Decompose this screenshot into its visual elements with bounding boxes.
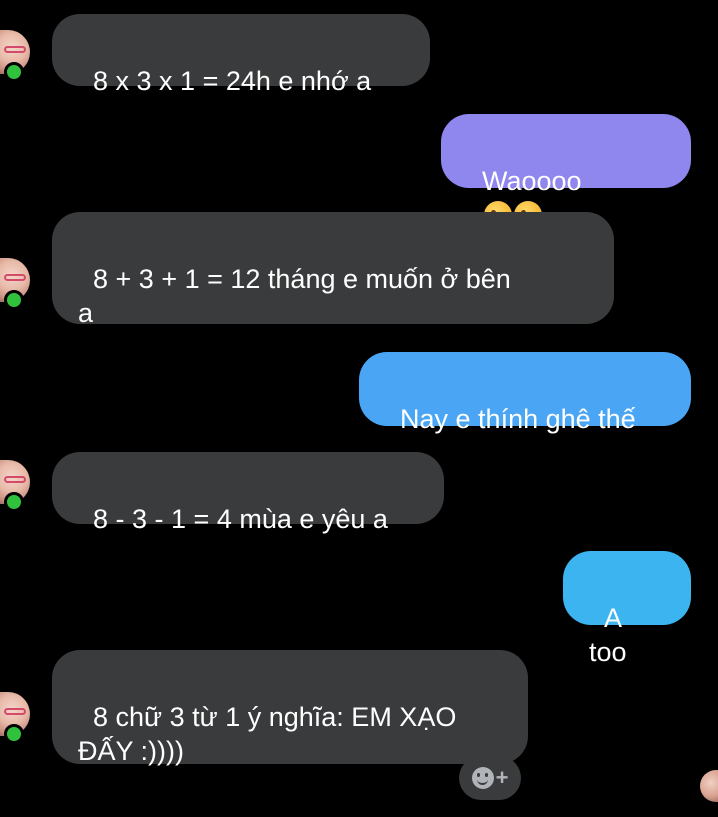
online-status-dot (4, 724, 24, 744)
message-text: A too (589, 603, 629, 667)
message-text: 8 chữ 3 từ 1 ý nghĩa: EM XẠO ĐẤY :)))) (78, 702, 457, 766)
outgoing-message[interactable]: Nay e thính ghê thế (359, 352, 691, 434)
online-status-dot (4, 62, 24, 82)
contact-avatar[interactable] (0, 258, 36, 310)
plus-icon: + (495, 765, 509, 790)
outgoing-message[interactable]: Waoooo (441, 114, 691, 229)
online-status-dot (4, 492, 24, 512)
add-reaction-button[interactable]: + (459, 756, 521, 800)
message-text: Nay e thính ghê thế (400, 404, 636, 434)
add-reaction-icon (471, 767, 494, 789)
online-status-dot (4, 290, 24, 310)
avatar-glasses (4, 46, 26, 53)
message-text: 8 - 3 - 1 = 4 mùa e yêu a (93, 504, 388, 534)
contact-avatar[interactable] (0, 692, 36, 744)
message-text: Waoooo (482, 166, 582, 196)
message-text: 8 + 3 + 1 = 12 tháng e muốn ở bên a (78, 264, 511, 328)
outgoing-message[interactable]: A too (563, 551, 691, 667)
contact-avatar[interactable] (0, 460, 36, 512)
incoming-message[interactable]: 8 + 3 + 1 = 12 tháng e muốn ở bên a (52, 212, 614, 328)
message-text: 8 x 3 x 1 = 24h e nhớ a (93, 66, 372, 96)
avatar-glasses (4, 708, 26, 715)
avatar-glasses (4, 476, 26, 483)
incoming-message[interactable]: 8 chữ 3 từ 1 ý nghĩa: EM XẠO ĐẤY :)))) (52, 650, 528, 766)
incoming-message[interactable]: 8 x 3 x 1 = 24h e nhớ a (52, 14, 430, 96)
incoming-message[interactable]: 8 - 3 - 1 = 4 mùa e yêu a (52, 452, 444, 534)
seen-avatar (700, 770, 718, 802)
avatar-glasses (4, 274, 26, 281)
contact-avatar[interactable] (0, 30, 36, 82)
